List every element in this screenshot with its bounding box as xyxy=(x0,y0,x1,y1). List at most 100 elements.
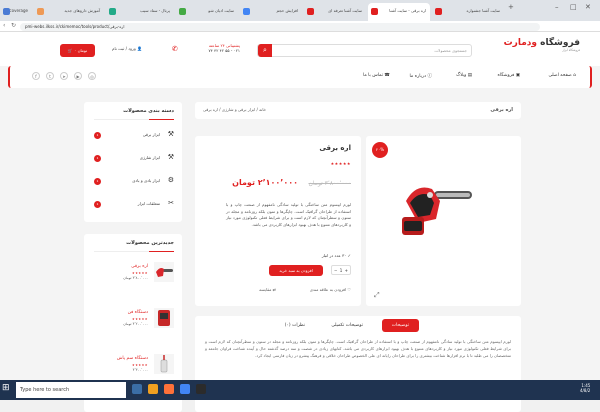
compare-link[interactable]: ⇄ مقایسه xyxy=(259,287,276,292)
blog-icon: ▤ xyxy=(466,73,472,78)
reload-icon[interactable]: ↻ xyxy=(11,22,16,29)
telegram-icon[interactable]: ➤ xyxy=(60,72,68,80)
info-icon: ⓘ xyxy=(426,74,433,79)
nav-item-home[interactable]: ⌂ صفحه اصلی xyxy=(549,73,576,78)
newest-title: جدیدترین محصولات xyxy=(126,240,174,246)
support-block: ✆ پشتیبانی ۲۴ ساعته ۰۲۱ - ۵۵ ۴۲ ۴۲ ۷۴ xyxy=(172,43,240,53)
facebook-icon[interactable]: f xyxy=(32,72,40,80)
browser-tab[interactable]: سایت ادیان شو xyxy=(176,3,238,21)
category-item[interactable]: ⚒ ابزار برقی 1 xyxy=(94,130,174,142)
logo-accent: ودمارت xyxy=(503,38,537,48)
back-icon[interactable]: ‹ xyxy=(3,22,5,29)
category-item[interactable]: ✂ متعلقات ابزار 1 xyxy=(94,199,174,211)
compressor-icon: ⚙ xyxy=(167,176,174,184)
blower-thumb-icon xyxy=(158,310,170,326)
search-box[interactable]: ⌕ جستجوی محصولات xyxy=(257,44,472,57)
tab-favicon-icon xyxy=(37,8,44,15)
discount-badge: ۲۰% xyxy=(372,142,388,158)
nav-item-blog[interactable]: ▤ وبلاگ xyxy=(456,73,472,78)
browser-tab[interactable]: آموزش داروهای جدید xyxy=(34,3,104,21)
tab-description[interactable]: توضیحات xyxy=(381,319,419,332)
page-title: اره برقی xyxy=(490,107,513,113)
sprayer-thumb-icon xyxy=(160,355,168,373)
logo-main: فروشگاه xyxy=(540,38,580,48)
close-icon[interactable]: ✕ xyxy=(585,3,591,11)
categories-widget: دسته بندی محصولات ⚒ ابزار برقی 1 ⚒ ابزار شا… xyxy=(84,102,182,222)
product-thumbnail[interactable] xyxy=(154,308,174,328)
cart-button[interactable]: 🛒 ۰ تومان xyxy=(60,44,95,57)
browser-tab[interactable]: سایت آشنا جشنواره xyxy=(432,3,504,21)
quantity-stepper[interactable]: − 1 + xyxy=(331,265,351,275)
browser-tab-active[interactable]: اره برقی - سایت آشنا xyxy=(368,3,430,21)
product-title: اره برقی xyxy=(319,144,351,152)
app-icon[interactable] xyxy=(196,384,206,394)
compare-icon: ⇄ xyxy=(271,287,276,292)
product-thumbnail[interactable] xyxy=(154,262,174,282)
old-price: ۳٬۸۰۰٬۰۰۰ تومان xyxy=(308,180,352,187)
category-item[interactable]: ⚒ ابزار شارژی 1 xyxy=(94,153,174,165)
browser-tab[interactable]: سایت آشنا تعرفه ای xyxy=(304,3,366,21)
title-divider xyxy=(94,251,174,252)
stock-status: ✓ ۳۰ عدد در انبار xyxy=(321,253,351,258)
logo-subtitle: فروشگاه ابزار xyxy=(562,48,580,52)
check-icon: ✓ xyxy=(346,253,351,258)
browser-tab[interactable]: ercoverage xyxy=(0,3,32,21)
heart-icon: ♡ xyxy=(346,287,351,292)
browser-tab[interactable]: افزایش حجم xyxy=(240,3,302,21)
browser-tab-bar: ercoverage آموزش داروهای جدید پرتال - ست… xyxy=(0,0,600,21)
windows-start-icon[interactable]: ⊞ xyxy=(2,383,14,397)
url-input[interactable]: pmi-webs.ilkss.ir/ckimemoc/tools/product… xyxy=(20,23,540,31)
nav-item-about[interactable]: ⓘ درباره ما xyxy=(410,73,432,79)
support-phone: ۰۲۱ - ۵۵ ۴۲ ۴۲ ۷۴ xyxy=(208,48,240,53)
file-explorer-icon[interactable] xyxy=(148,384,158,394)
browser-tab[interactable]: پرتال - ستاد سیب xyxy=(106,3,174,21)
instagram-icon[interactable]: ◎ xyxy=(88,72,96,80)
tab-favicon-icon xyxy=(307,8,314,15)
taskbar: ⊞ Type here to search 1:45 4/8/2 xyxy=(0,380,600,400)
site-logo[interactable]: فروشگاه ودمارت فروشگاه ابزار xyxy=(504,38,580,52)
system-clock[interactable]: 1:45 4/8/2 xyxy=(580,383,590,393)
tab-additional-info[interactable]: توضیحات تکمیلی xyxy=(321,319,373,332)
tab-favicon-icon xyxy=(179,8,186,15)
product-info-card: اره برقی ★★★★★ ۳٬۸۰۰٬۰۰۰ تومان ۲٬۱۰۰٬۰۰۰… xyxy=(195,136,361,306)
user-icon: 👤 xyxy=(135,46,143,51)
tab-reviews[interactable]: نظرات (۰) xyxy=(275,319,315,332)
taskbar-search[interactable]: Type here to search xyxy=(16,382,126,398)
tab-favicon-icon xyxy=(435,8,442,15)
list-item[interactable]: اره برقی ★★★★★ ۳٬۸۰۰٬۰۰۰ تومان xyxy=(94,262,174,296)
drill-icon: ⚒ xyxy=(167,130,174,138)
page-title-bar: اره برقی خانه / ابزار برقی و شارژی / اره… xyxy=(195,102,521,119)
chrome-icon[interactable] xyxy=(180,384,190,394)
chainsaw-image xyxy=(402,187,472,235)
nav-item-shop[interactable]: ▣ فروشگاه xyxy=(498,73,520,78)
categories-title: دسته بندی محصولات xyxy=(123,108,174,114)
minus-icon[interactable]: − xyxy=(334,266,337,275)
maximize-icon[interactable]: □ xyxy=(570,3,577,11)
quantity-value[interactable]: 1 xyxy=(340,268,343,273)
wishlist-link[interactable]: ♡ افزودن به علاقه مندی xyxy=(310,287,351,292)
list-item[interactable]: دستگاه فن ★★★★★ ۴٬۲۰۰٬۰۰۰ تومان xyxy=(94,308,174,342)
breadcrumb[interactable]: خانه / ابزار برقی و شارژی / اره برقی xyxy=(203,107,266,112)
zoom-icon[interactable]: ⤢ xyxy=(374,291,380,300)
task-view-icon[interactable] xyxy=(132,384,142,394)
minimize-icon[interactable]: – xyxy=(555,3,559,11)
phone-icon: ✆ xyxy=(172,45,178,53)
plus-icon[interactable]: + xyxy=(345,266,348,275)
product-thumbnail[interactable] xyxy=(154,354,174,374)
tab-favicon-icon xyxy=(3,8,10,15)
main-nav: ⌂ صفحه اصلی ▣ فروشگاه ▤ وبلاگ ⓘ درباره م… xyxy=(8,66,592,88)
category-item[interactable]: ⚙ ابزار بادی و بادی 1 xyxy=(94,176,174,188)
login-link[interactable]: 👤 ورود / ثبت نام xyxy=(112,46,142,51)
site-header: فروشگاه ودمارت فروشگاه ابزار ⌕ جستجوی مح… xyxy=(0,32,600,66)
nav-item-contact[interactable]: ☎ تماس با ما xyxy=(363,73,390,78)
search-input[interactable]: جستجوی محصولات xyxy=(434,48,467,53)
search-icon[interactable]: ⌕ xyxy=(258,44,272,57)
twitter-icon[interactable]: t xyxy=(46,72,54,80)
new-tab-icon[interactable]: + xyxy=(508,3,514,11)
wrench-icon: ✂ xyxy=(168,199,174,207)
bag-icon: ▣ xyxy=(514,73,520,78)
firefox-icon[interactable] xyxy=(164,384,174,394)
add-to-cart-button[interactable]: افزودن به سبد خرید xyxy=(269,265,323,276)
youtube-icon[interactable]: ▶ xyxy=(74,72,82,80)
sale-price: ۲٬۱۰۰٬۰۰۰ تومان xyxy=(232,178,298,187)
